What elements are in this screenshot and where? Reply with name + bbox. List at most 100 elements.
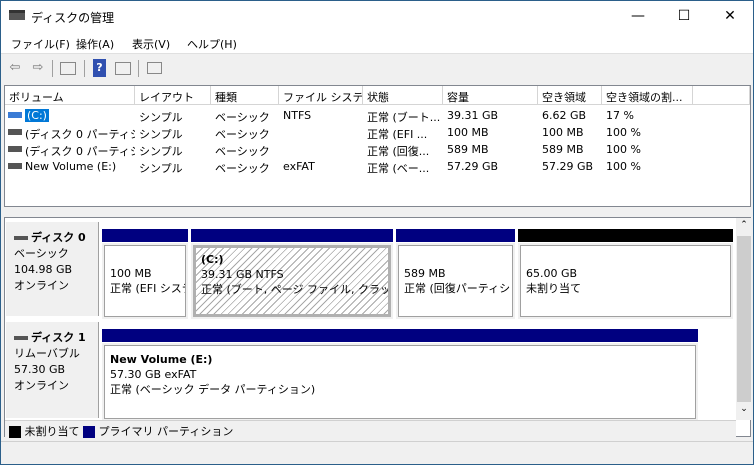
column-header-percent-free[interactable]: 空き領域の割...	[602, 86, 693, 105]
disk-graphical-view: ディスク 0 ベーシック 104.98 GB オンライン 100 MB 正常 (…	[4, 217, 752, 438]
toolbar: ⇦ ⇨ ?	[1, 55, 753, 81]
help-icon[interactable]: ?	[93, 59, 106, 77]
column-header-free-space[interactable]: 空き領域	[538, 86, 602, 105]
partition-title: (C:)	[201, 253, 224, 266]
disk-0-label[interactable]: ディスク 0 ベーシック 104.98 GB オンライン	[6, 222, 99, 316]
legend-label-unallocated: 未割り当て	[24, 425, 80, 438]
close-button[interactable]: ✕	[707, 1, 753, 32]
partition-0-0[interactable]: 100 MB 正常 (EFI システム パーティション)	[102, 243, 188, 319]
toolbar-separator	[138, 60, 139, 77]
menu-file[interactable]: ファイル(F)	[11, 36, 70, 52]
show-hide-console-tree-icon[interactable]	[60, 62, 76, 75]
table-row[interactable]: (ディスク 0 パーティシ... シンプル ベーシック 正常 (回復... 589 MB…	[5, 141, 750, 158]
partition-size: 589 MB	[404, 267, 446, 280]
volume-list: ボリューム レイアウト 種類 ファイル システム 状態 容量 空き領域 空き領域…	[4, 85, 751, 207]
table-row[interactable]: New Volume (E:) シンプル ベーシック exFAT 正常 (ベー... 57…	[5, 158, 750, 175]
legend: 未割り当て プライマリ パーティション	[5, 420, 736, 438]
disk-icon	[14, 336, 28, 340]
table-row[interactable]: (ディスク 0 パーティシ... シンプル ベーシック 正常 (EFI ... 100 …	[5, 124, 750, 141]
minimize-button[interactable]: —	[615, 1, 661, 32]
partition-size: 57.30 GB exFAT	[110, 368, 197, 381]
cell-file-system	[279, 124, 363, 141]
volume-drive-icon	[8, 163, 22, 169]
partition-size: 100 MB	[110, 267, 152, 280]
cell-free-space: 100 MB	[542, 126, 584, 139]
partition-0-3[interactable]: 65.00 GB 未割り当て	[518, 243, 733, 319]
cell-status: 正常 (回復...	[367, 145, 430, 158]
column-header-status[interactable]: 状態	[363, 86, 443, 105]
column-header-layout[interactable]: レイアウト	[135, 86, 211, 105]
column-header-blank	[693, 86, 750, 105]
disk-icon	[14, 236, 28, 240]
legend-label-primary: プライマリ パーティション	[98, 425, 234, 438]
disk-type: ベーシック	[14, 247, 69, 260]
partition-status: 正常 (ベーシック データ パーティション)	[110, 383, 316, 396]
partition-1-0[interactable]: New Volume (E:) 57.30 GB exFAT 正常 (ベーシック…	[102, 343, 698, 421]
volume-drive-icon	[8, 146, 22, 152]
scroll-up-arrow-icon[interactable]: ⌃	[736, 220, 752, 230]
scroll-down-arrow-icon[interactable]: ⌄	[736, 404, 752, 414]
disk-size: 104.98 GB	[14, 263, 73, 276]
cell-volume: New Volume (E:)	[25, 160, 117, 173]
cell-free-space: 57.29 GB	[542, 160, 594, 173]
volume-drive-icon	[8, 112, 22, 118]
cell-file-system	[279, 141, 363, 158]
menu-action[interactable]: 操作(A)	[76, 36, 114, 52]
cell-layout: シンプル	[139, 162, 183, 175]
partition-0-2[interactable]: 589 MB 正常 (回復パーティション)	[396, 243, 515, 319]
properties-icon[interactable]	[147, 62, 162, 74]
partition-size: 65.00 GB	[526, 267, 578, 280]
show-action-pane-icon[interactable]	[115, 62, 131, 75]
partition-bar	[191, 229, 393, 242]
column-header-type[interactable]: 種類	[211, 86, 279, 105]
forward-arrow-icon[interactable]: ⇨	[29, 59, 47, 77]
cell-layout: シンプル	[139, 111, 183, 124]
scrollbar-thumb[interactable]	[737, 236, 751, 402]
disk-1-label[interactable]: ディスク 1 リムーバブル 57.30 GB オンライン	[6, 322, 99, 418]
vertical-scrollbar[interactable]: ⌃ ⌄	[736, 218, 752, 420]
toolbar-separator	[52, 60, 53, 77]
partition-status: 未割り当て	[526, 282, 581, 295]
partition-status: 正常 (EFI システム パーティション)	[110, 282, 185, 295]
maximize-button[interactable]: ☐	[661, 1, 707, 32]
disk-management-window: ディスクの管理 — ☐ ✕ ファイル(F) 操作(A) 表示(V) ヘルプ(H)…	[0, 0, 754, 465]
legend-swatch-unallocated	[9, 426, 21, 438]
partition-bar	[102, 229, 188, 242]
cell-type: ベーシック	[215, 145, 270, 158]
partition-bar	[396, 229, 515, 242]
cell-free-space: 6.62 GB	[542, 109, 587, 122]
disk-status: オンライン	[14, 279, 69, 292]
toolbar-separator	[84, 60, 85, 77]
partition-status: 正常 (ブート, ページ ファイル, クラッシュ ダンプ, ベーシック データ …	[201, 283, 391, 296]
legend-swatch-primary	[83, 426, 95, 438]
cell-type: ベーシック	[215, 128, 270, 141]
menu-bar: ファイル(F) 操作(A) 表示(V) ヘルプ(H)	[1, 32, 753, 54]
cell-file-system: NTFS	[283, 109, 312, 122]
column-header-capacity[interactable]: 容量	[443, 86, 538, 105]
cell-volume: (ディスク 0 パーティシ...	[25, 128, 135, 141]
cell-capacity: 57.29 GB	[447, 160, 499, 173]
menu-view[interactable]: 表示(V)	[132, 36, 170, 52]
volume-drive-icon	[8, 129, 22, 135]
cell-volume: (ディスク 0 パーティシ...	[25, 145, 135, 158]
disk-size: 57.30 GB	[14, 363, 66, 376]
back-arrow-icon[interactable]: ⇦	[6, 59, 24, 77]
cell-capacity: 39.31 GB	[447, 109, 499, 122]
cell-percent-free: 17 %	[606, 109, 634, 122]
cell-type: ベーシック	[215, 162, 270, 175]
cell-free-space: 589 MB	[542, 143, 584, 156]
cell-type: ベーシック	[215, 111, 270, 124]
partition-0-1[interactable]: (C:) 39.31 GB NTFS 正常 (ブート, ページ ファイル, クラ…	[191, 243, 393, 319]
table-row[interactable]: (C:) シンプル ベーシック NTFS 正常 (ブート... 39.31 GB 6.62 …	[5, 107, 750, 124]
disk-management-icon	[9, 10, 25, 20]
disk-type: リムーバブル	[14, 347, 80, 360]
column-header-volume[interactable]: ボリューム	[5, 86, 135, 105]
status-bar	[1, 441, 753, 465]
cell-percent-free: 100 %	[606, 126, 641, 139]
partition-bar	[518, 229, 733, 242]
menu-help[interactable]: ヘルプ(H)	[187, 36, 237, 52]
partition-status: 正常 (回復パーティション)	[404, 282, 512, 295]
column-header-file-system[interactable]: ファイル システム	[279, 86, 363, 105]
window-title: ディスクの管理	[31, 11, 115, 25]
disk-name: ディスク 0	[31, 231, 86, 244]
